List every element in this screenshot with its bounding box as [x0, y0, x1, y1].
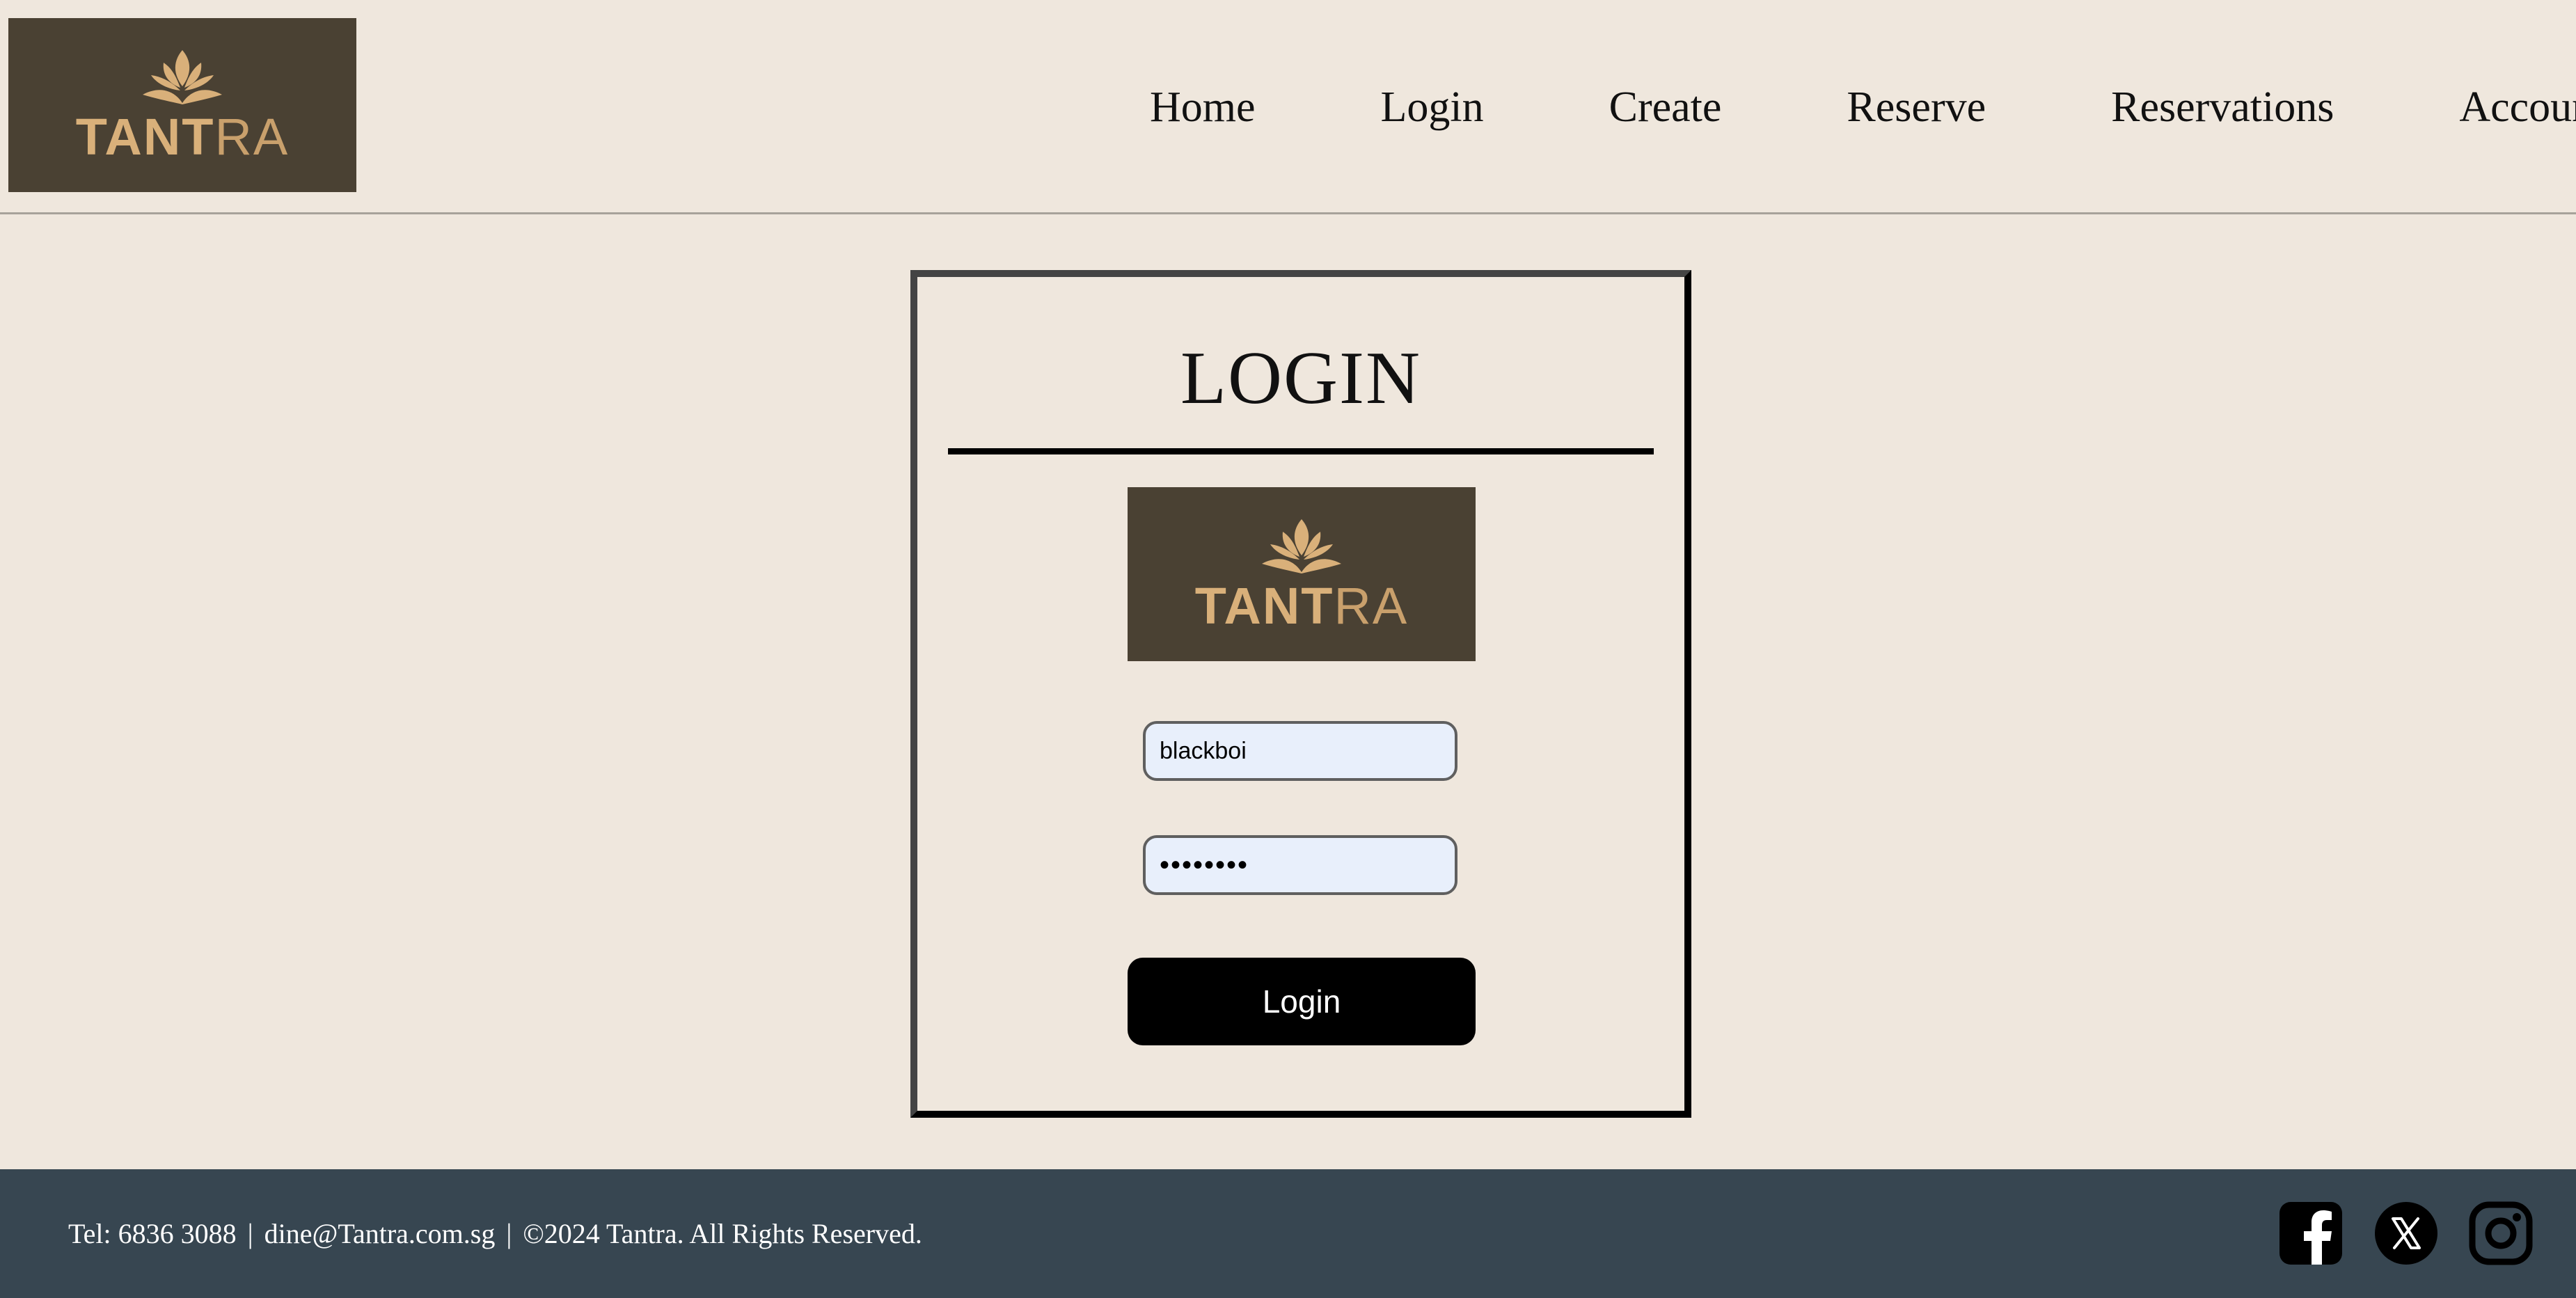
logo-wordmark: TANTRA: [76, 111, 290, 163]
lotus-icon: [143, 50, 222, 104]
footer-tel: Tel: 6836 3088: [68, 1218, 237, 1249]
logo-wordmark-bold: TANT: [1194, 577, 1334, 635]
logo-wordmark-thin: RA: [1334, 577, 1409, 635]
login-button[interactable]: Login: [1128, 958, 1476, 1045]
nav-item-reserve[interactable]: Reserve: [1847, 77, 1986, 138]
tantra-logo[interactable]: TANTRA: [8, 18, 356, 192]
site-header: TANTRA Home Login Create Reserve Reserva…: [0, 0, 2576, 214]
footer-email[interactable]: dine@Tantra.com.sg: [264, 1218, 496, 1249]
main-nav: Home Login Create Reserve Reservations A…: [1150, 77, 2576, 138]
footer-separator: |: [506, 1218, 512, 1249]
logo-wordmark-bold: TANT: [75, 108, 215, 166]
title-divider: [948, 448, 1654, 454]
footer-separator: |: [247, 1218, 253, 1249]
username-input[interactable]: [1143, 721, 1457, 781]
x-icon[interactable]: [2373, 1201, 2439, 1266]
footer-copyright: ©2024 Tantra. All Rights Reserved.: [523, 1218, 922, 1249]
login-card-logo: TANTRA: [1128, 487, 1476, 661]
password-input[interactable]: [1143, 835, 1457, 895]
nav-item-reservations[interactable]: Reservations: [2111, 77, 2334, 138]
nav-item-home[interactable]: Home: [1150, 77, 1256, 138]
logo-wordmark: TANTRA: [1195, 580, 1409, 632]
logo-wordmark-thin: RA: [214, 108, 290, 166]
facebook-icon[interactable]: [2278, 1201, 2344, 1266]
nav-item-login[interactable]: Login: [1381, 77, 1484, 138]
nav-item-create[interactable]: Create: [1609, 77, 1722, 138]
login-title: LOGIN: [1180, 337, 1421, 420]
instagram-icon[interactable]: [2468, 1201, 2534, 1266]
site-footer: Tel: 6836 3088 | dine@Tantra.com.sg | ©2024 …: [0, 1169, 2576, 1298]
lotus-icon: [1262, 519, 1341, 573]
nav-item-account[interactable]: Account: [2459, 77, 2576, 138]
footer-contact: Tel: 6836 3088 | dine@Tantra.com.sg | ©2024 …: [68, 1169, 922, 1298]
